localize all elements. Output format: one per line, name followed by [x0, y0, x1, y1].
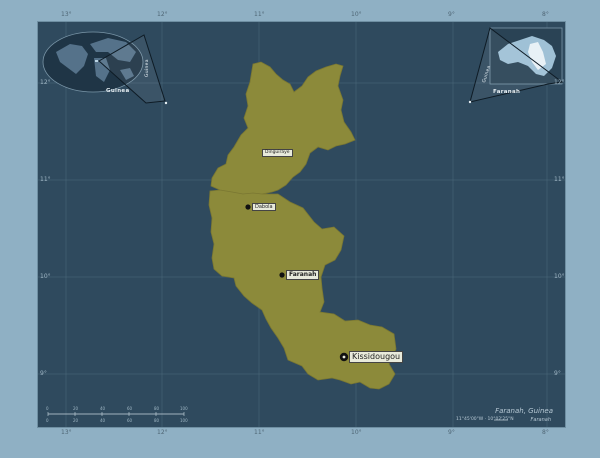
city-label-faranah: Faranah	[286, 270, 320, 280]
city-dot-faranah	[279, 272, 285, 278]
lat-label-11-right: 11°	[554, 176, 565, 183]
lat-label-10-left: 10°	[40, 273, 51, 280]
lon-label-11-bottom: 11°	[254, 429, 265, 436]
city-label-dinguiraye: Dinguiraye	[262, 149, 293, 157]
lon-label-13-top: 13°	[61, 11, 72, 18]
scale-bottom-ticks: 0 20 40 60 80 100	[46, 418, 188, 423]
lat-label-10-right: 10°	[554, 273, 565, 280]
lat-label-12-left: 12°	[40, 79, 51, 86]
inset-left-side-label: Guinea	[145, 59, 150, 77]
lon-label-9-bottom: 9°	[448, 429, 455, 436]
coordinates-text: 11°45'00"W · 10°02'25"N	[456, 417, 514, 422]
lat-label-9-right: 9°	[554, 370, 561, 377]
city-label-kissidougou: Kissidougou	[349, 351, 404, 363]
lat-label-9-left: 9°	[40, 370, 47, 377]
faranah-region[interactable]	[208, 61, 397, 390]
city-label-dabola: Dabola	[252, 203, 276, 211]
lon-label-12-bottom: 12°	[157, 429, 168, 436]
scale-bar	[47, 412, 185, 416]
inset-left-label: Guinea	[106, 88, 130, 94]
lon-label-10-top: 10°	[351, 11, 362, 18]
lon-label-10-bottom: 10°	[351, 429, 362, 436]
lon-label-12-top: 12°	[157, 11, 168, 18]
inset-right-label: Faranah	[493, 89, 521, 95]
lon-label-13-bottom: 13°	[61, 429, 72, 436]
lon-label-11-top: 11°	[254, 11, 265, 18]
lat-label-12-right: 12°	[554, 79, 565, 86]
lon-label-9-top: 9°	[448, 11, 455, 18]
scale-top-ticks: 0 20 40 60 80 100	[46, 406, 188, 411]
lat-label-11-left: 11°	[40, 176, 51, 183]
lon-label-8-top: 8°	[542, 11, 549, 18]
legend-label: Faranah	[530, 417, 551, 423]
lon-label-8-bottom: 8°	[542, 429, 549, 436]
map-title: Faranah, Guinea	[495, 407, 553, 415]
map-frame[interactable]: 12° 11° 10° 9° 12° 11° 10° 9° Guinea Gui…	[37, 21, 566, 428]
city-dot-dabola	[245, 204, 251, 210]
